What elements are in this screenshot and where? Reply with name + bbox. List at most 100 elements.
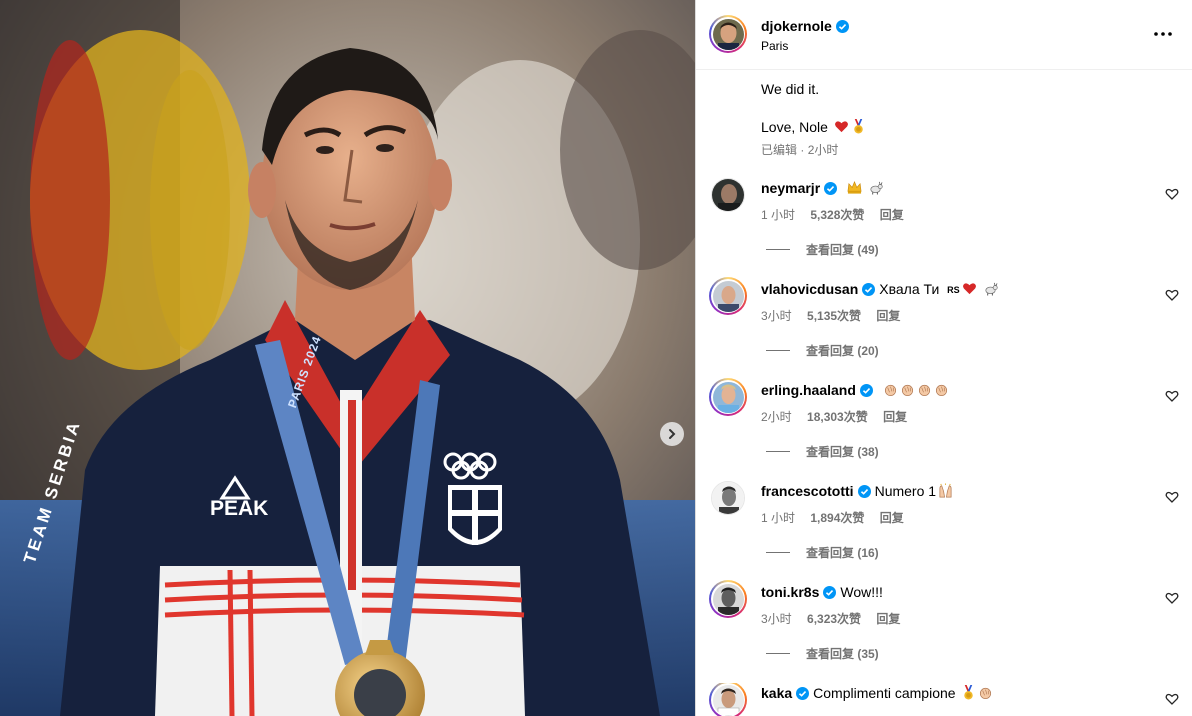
verified-badge-icon [823, 586, 837, 599]
rs-flag-icon: RS [947, 285, 960, 295]
author-avatar[interactable] [709, 15, 747, 53]
post-location[interactable]: Paris [761, 39, 788, 53]
instagram-post-view: PEAK TEAM SERBIA PARIS 2024 djokernole P… [0, 0, 1192, 716]
comment-time[interactable]: 1 小时 [761, 511, 795, 525]
heart-outline-icon[interactable] [1165, 389, 1179, 403]
replies-divider [766, 653, 790, 654]
commenter-username[interactable]: francescototti [761, 483, 854, 499]
athlete-photo-illustration [0, 0, 695, 716]
heart-outline-icon[interactable] [1165, 692, 1179, 706]
comment-item: vlahovicdusan Хвала Ти RS 3小时 5,135次赞 回复 … [696, 277, 1192, 379]
clapping-hands-icon [884, 384, 896, 396]
commenter-username[interactable]: kaka [761, 685, 792, 701]
view-replies-label: 查看回复 (16) [806, 546, 879, 560]
commenter-avatar[interactable] [709, 378, 747, 416]
clapping-hands-icon [935, 384, 947, 396]
reply-button[interactable]: 回复 [876, 309, 900, 323]
post-time[interactable]: 2小时 [808, 143, 839, 157]
comment-time[interactable]: 1 小时 [761, 208, 795, 222]
commenter-username[interactable]: neymarjr [761, 180, 820, 196]
comment-likes[interactable]: 18,303次赞 [807, 410, 868, 424]
comment-text: Wow!!! [840, 584, 883, 600]
comment-item: toni.kr8s Wow!!! 3小时 6,323次赞 回复 查看回复 (35) [696, 580, 1192, 682]
view-replies-button[interactable]: 查看回复 (49) [766, 241, 879, 258]
heart-outline-icon[interactable] [1165, 490, 1179, 504]
heart-outline-icon[interactable] [1165, 288, 1179, 302]
meta-separator: · [800, 143, 805, 157]
verified-badge-icon [824, 182, 838, 195]
view-replies-label: 查看回复 (49) [806, 243, 879, 257]
comment-meta: 2小时 18,303次赞 回复 [761, 408, 919, 425]
commenter-avatar[interactable] [709, 277, 747, 315]
comment-line: toni.kr8s Wow!!! [761, 584, 883, 600]
comment-line: francescototti Numero 1 [761, 483, 953, 499]
verified-badge-icon [796, 687, 810, 700]
commenter-username[interactable]: toni.kr8s [761, 584, 819, 600]
caption-line-2-wrap: Love, Nole [761, 118, 866, 136]
commenter-avatar[interactable] [709, 683, 747, 716]
crown-icon [847, 181, 862, 194]
red-heart-icon [834, 121, 848, 133]
author-avatar-image [712, 18, 744, 50]
comment-time[interactable]: 2小时 [761, 410, 792, 424]
comment-meta: 3小时 5,135次赞 回复 [761, 307, 912, 324]
comment-text: Numero 1 [874, 483, 937, 499]
verified-badge-icon [835, 20, 849, 33]
reply-button[interactable]: 回复 [876, 612, 900, 626]
peak-logo-text: PEAK [210, 497, 269, 520]
next-photo-button[interactable] [660, 422, 684, 446]
caption-line-1: We did it. [761, 81, 820, 97]
comment-likes[interactable]: 6,323次赞 [807, 612, 861, 626]
commenter-avatar[interactable] [711, 481, 745, 515]
commenter-avatar-image [712, 179, 744, 211]
commenter-avatar-image [712, 583, 744, 615]
raising-hands-icon [939, 483, 952, 498]
replies-divider [766, 552, 790, 553]
post-caption: We did it. Love, Nole [761, 80, 866, 136]
commenter-avatar[interactable] [709, 580, 747, 618]
heart-outline-icon[interactable] [1165, 591, 1179, 605]
post-header: djokernole Paris [696, 0, 1192, 70]
commenter-username[interactable]: vlahovicdusan [761, 281, 858, 297]
comment-likes[interactable]: 5,135次赞 [807, 309, 861, 323]
reply-button[interactable]: 回复 [880, 208, 904, 222]
replies-divider [766, 451, 790, 452]
view-replies-button[interactable]: 查看回复 (20) [766, 342, 879, 359]
comment-item: neymarjr 1 小时 5,328次赞 回复 查看回复 (49) [696, 178, 1192, 278]
post-photo[interactable]: PEAK TEAM SERBIA PARIS 2024 [0, 0, 695, 716]
comment-time[interactable]: 3小时 [761, 612, 792, 626]
commenter-username[interactable]: erling.haaland [761, 382, 856, 398]
view-replies-label: 查看回复 (20) [806, 344, 879, 358]
view-replies-button[interactable]: 查看回复 (35) [766, 645, 879, 662]
comment-text: Complimenti campione [813, 685, 956, 701]
replies-divider [766, 249, 790, 250]
clapping-hands-icon [901, 384, 913, 396]
commenter-avatar[interactable] [711, 178, 745, 212]
comment-likes[interactable]: 5,328次赞 [810, 208, 864, 222]
author-username[interactable]: djokernole [761, 18, 849, 36]
verified-badge-icon [857, 485, 871, 498]
replies-divider [766, 350, 790, 351]
author-name: djokernole [761, 18, 832, 34]
goat-icon [870, 181, 883, 195]
comment-item: erling.haaland 2小时 18,303次赞 回复 查看回复 (38) [696, 378, 1192, 480]
view-replies-label: 查看回复 (38) [806, 445, 879, 459]
view-replies-label: 查看回复 (35) [806, 647, 879, 661]
comment-meta: 3小时 6,323次赞 回复 [761, 610, 912, 627]
view-replies-button[interactable]: 查看回复 (16) [766, 544, 879, 561]
verified-badge-icon [859, 384, 873, 397]
comment-meta: 1 小时 5,328次赞 回复 [761, 206, 916, 223]
gold-medal-icon [964, 685, 974, 700]
reply-button[interactable]: 回复 [880, 511, 904, 525]
post-details-panel: djokernole Paris We did it. Love, Nole 已… [695, 0, 1192, 716]
clapping-hands-icon [980, 687, 992, 699]
caption-meta: 已编辑 · 2小时 [761, 141, 838, 158]
more-options-button[interactable] [1152, 24, 1174, 44]
comment-time[interactable]: 3小时 [761, 309, 792, 323]
comment-likes[interactable]: 1,894次赞 [810, 511, 864, 525]
view-replies-button[interactable]: 查看回复 (38) [766, 443, 879, 460]
commenter-avatar-image [712, 482, 744, 514]
reply-button[interactable]: 回复 [883, 410, 907, 424]
heart-outline-icon[interactable] [1165, 187, 1179, 201]
more-horizontal-icon [1154, 32, 1172, 36]
